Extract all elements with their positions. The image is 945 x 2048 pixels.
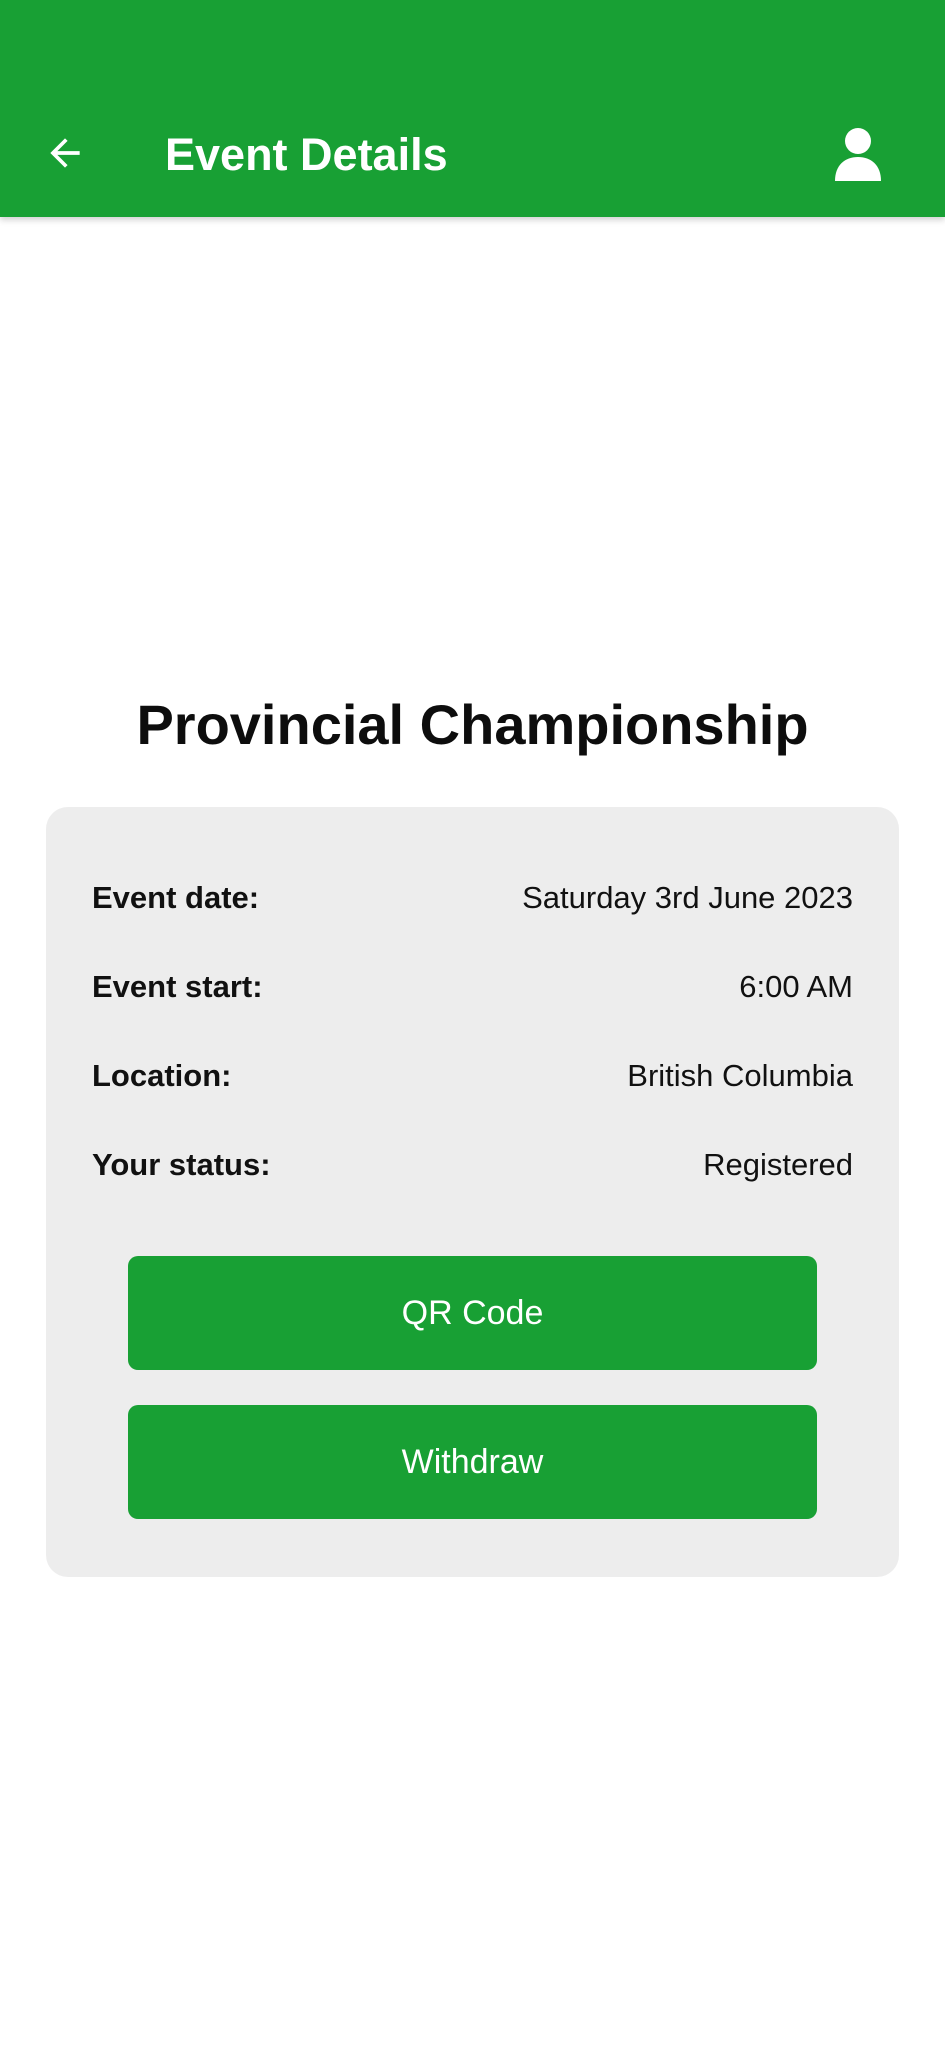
- detail-row-location: Location: British Columbia: [92, 1051, 853, 1101]
- detail-row-event-start: Event start: 6:00 AM: [92, 962, 853, 1012]
- detail-row-status: Your status: Registered: [92, 1140, 853, 1190]
- app-bar: Event Details: [0, 0, 945, 217]
- page-title: Event Details: [165, 129, 448, 180]
- person-icon: [835, 128, 881, 181]
- arrow-left-icon: [50, 138, 80, 168]
- event-date-label: Event date:: [92, 880, 260, 915]
- event-details-card: Event date: Saturday 3rd June 2023 Event…: [46, 807, 899, 1577]
- qr-code-button[interactable]: QR Code: [128, 1256, 817, 1370]
- location-label: Location:: [92, 1058, 232, 1093]
- withdraw-button[interactable]: Withdraw: [128, 1405, 817, 1519]
- event-title: Provincial Championship: [136, 693, 809, 756]
- event-date-value: Saturday 3rd June 2023: [522, 880, 853, 915]
- status-label: Your status:: [92, 1147, 271, 1182]
- location-value: British Columbia: [627, 1058, 853, 1093]
- detail-row-event-date: Event date: Saturday 3rd June 2023: [92, 873, 853, 923]
- profile-button[interactable]: [830, 124, 886, 184]
- status-value: Registered: [703, 1147, 853, 1182]
- event-start-value: 6:00 AM: [739, 969, 853, 1004]
- event-start-label: Event start:: [92, 969, 263, 1004]
- back-button[interactable]: [38, 126, 92, 180]
